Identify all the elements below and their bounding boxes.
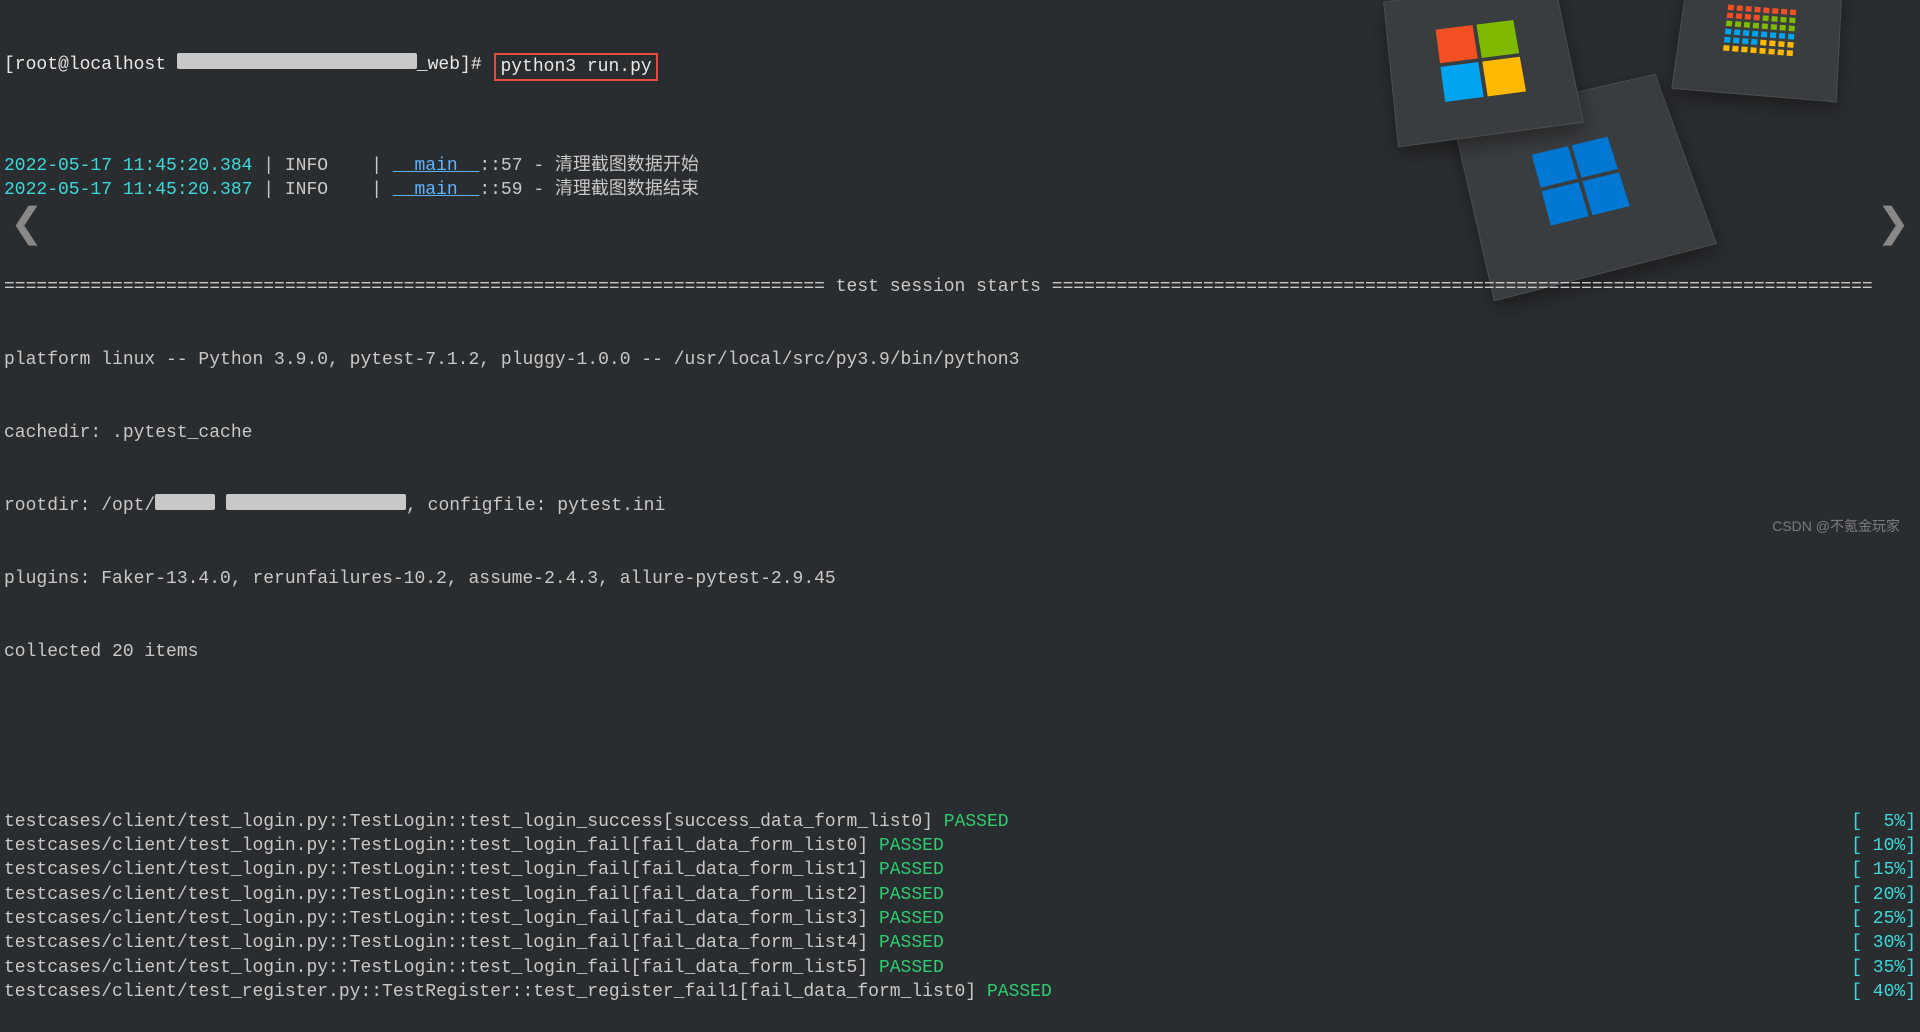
test-status: PASSED bbox=[879, 885, 944, 905]
log-module: __main__ bbox=[393, 178, 479, 202]
prompt-line: [root@localhost _web]# python3 run.py bbox=[4, 53, 1916, 81]
test-name: testcases/client/test_login.py::TestLogi… bbox=[4, 933, 879, 953]
test-progress: [ 30%] bbox=[1851, 931, 1916, 955]
prev-arrow-icon[interactable]: ❮ bbox=[10, 200, 44, 254]
log-line: 2022-05-17 11:45:20.384 | INFO | __main_… bbox=[4, 154, 1916, 178]
rootdir-info: rootdir: /opt/ , configfile: pytest.ini bbox=[4, 494, 1916, 518]
test-status: PASSED bbox=[879, 836, 944, 856]
test-status: PASSED bbox=[879, 860, 944, 880]
censored-text bbox=[177, 53, 417, 69]
log-module: __main__ bbox=[393, 154, 479, 178]
log-timestamp: 2022-05-17 11:45:20.387 bbox=[4, 178, 252, 202]
collected-info: collected 20 items bbox=[4, 640, 1916, 664]
test-progress: [ 20%] bbox=[1851, 883, 1916, 907]
plugins-info: plugins: Faker-13.4.0, rerunfailures-10.… bbox=[4, 567, 1916, 591]
command-highlight: python3 run.py bbox=[494, 53, 657, 81]
test-progress: [ 25%] bbox=[1851, 907, 1916, 931]
test-name: testcases/client/test_login.py::TestLogi… bbox=[4, 836, 879, 856]
test-name: testcases/client/test_login.py::TestLogi… bbox=[4, 885, 879, 905]
log-level: INFO bbox=[285, 178, 328, 202]
test-progress: [ 40%] bbox=[1851, 980, 1916, 1004]
test-result-row: testcases/client/test_login.py::TestLogi… bbox=[4, 956, 1916, 980]
command-text: python3 run.py bbox=[500, 57, 651, 77]
test-progress: [ 15%] bbox=[1851, 858, 1916, 882]
censored-text bbox=[155, 494, 215, 510]
cachedir-info: cachedir: .pytest_cache bbox=[4, 421, 1916, 445]
test-status: PASSED bbox=[879, 909, 944, 929]
test-result-row: testcases/client/test_login.py::TestLogi… bbox=[4, 883, 1916, 907]
blank-line bbox=[4, 713, 1916, 737]
log-location: ::59 bbox=[479, 178, 522, 202]
test-name: testcases/client/test_login.py::TestLogi… bbox=[4, 812, 944, 832]
test-result-row: testcases/client/test_register.py::TestR… bbox=[4, 980, 1916, 1004]
log-line: 2022-05-17 11:45:20.387 | INFO | __main_… bbox=[4, 178, 1916, 202]
log-message: 清理截图数据结束 bbox=[555, 178, 699, 202]
test-result-row: testcases/client/test_login.py::TestLogi… bbox=[4, 834, 1916, 858]
test-result-row: testcases/client/test_login.py::TestLogi… bbox=[4, 810, 1916, 834]
test-status: PASSED bbox=[944, 812, 1009, 832]
terminal-output: [root@localhost _web]# python3 run.py 20… bbox=[0, 0, 1920, 1032]
log-timestamp: 2022-05-17 11:45:20.384 bbox=[4, 154, 252, 178]
session-header: ========================================… bbox=[4, 275, 1916, 299]
test-result-row: testcases/client/test_login.py::TestLogi… bbox=[4, 907, 1916, 931]
watermark: CSDN @不氪金玩家 bbox=[1772, 517, 1900, 536]
log-message: 清理截图数据开始 bbox=[555, 154, 699, 178]
test-name: testcases/client/test_login.py::TestLogi… bbox=[4, 958, 879, 978]
test-result-row: testcases/client/test_login.py::TestLogi… bbox=[4, 931, 1916, 955]
test-name: testcases/client/test_login.py::TestLogi… bbox=[4, 860, 879, 880]
platform-info: platform linux -- Python 3.9.0, pytest-7… bbox=[4, 348, 1916, 372]
test-status: PASSED bbox=[987, 982, 1052, 1002]
test-status: PASSED bbox=[879, 958, 944, 978]
test-result-row: testcases/client/test_login.py::TestLogi… bbox=[4, 858, 1916, 882]
test-progress: [ 5%] bbox=[1851, 810, 1916, 834]
censored-text bbox=[226, 494, 406, 510]
prompt-user-host: [root@localhost bbox=[4, 53, 177, 81]
next-arrow-icon[interactable]: ❯ bbox=[1876, 200, 1910, 254]
test-name: testcases/client/test_login.py::TestLogi… bbox=[4, 909, 879, 929]
test-progress: [ 35%] bbox=[1851, 956, 1916, 980]
test-name: testcases/client/test_register.py::TestR… bbox=[4, 982, 987, 1002]
log-location: ::57 bbox=[479, 154, 522, 178]
test-status: PASSED bbox=[879, 933, 944, 953]
prompt-suffix: _web]# bbox=[417, 53, 493, 81]
log-level: INFO bbox=[285, 154, 328, 178]
test-progress: [ 10%] bbox=[1851, 834, 1916, 858]
